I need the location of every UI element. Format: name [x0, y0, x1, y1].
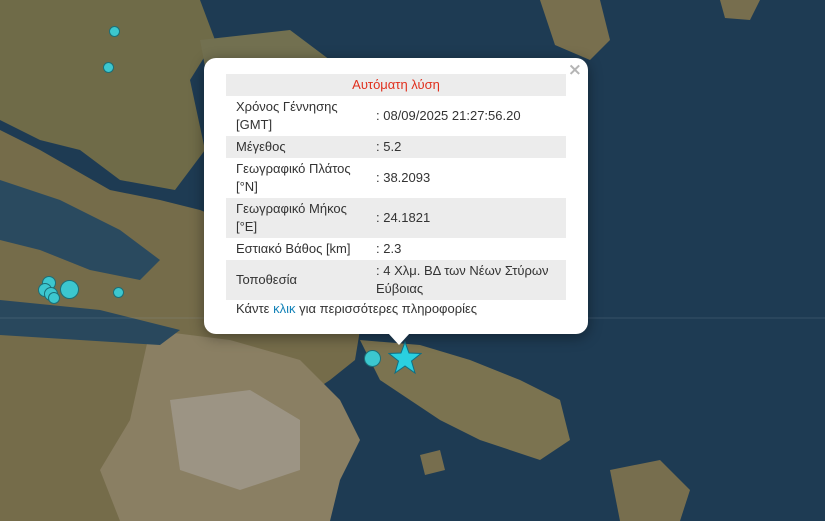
info-row: Γεωγραφικό Μήκος [°E] : 24.1821 [226, 198, 566, 238]
footer-text-pre: Κάντε [236, 301, 274, 316]
info-row: Εστιακό Βάθος [km] : 2.3 [226, 238, 566, 260]
footer-text-post: για περισσότερες πληροφορίες [295, 301, 478, 316]
popup-tip [388, 333, 410, 345]
info-row: Μέγεθος : 5.2 [226, 136, 566, 158]
info-value: : 08/09/2025 21:27:56.20 [376, 108, 521, 123]
popup-title: Αυτόματη λύση [226, 74, 566, 96]
title-row: Αυτόματη λύση [226, 74, 566, 96]
info-label: Γεωγραφικό Μήκος [°E] [226, 198, 374, 238]
info-label: Εστιακό Βάθος [km] [236, 241, 351, 256]
info-label: Χρόνος Γέννησης [GMT] [236, 99, 338, 132]
info-value: : 38.2093 [376, 170, 431, 185]
earthquake-marker[interactable] [109, 26, 120, 37]
earthquake-marker[interactable] [113, 287, 124, 298]
info-table: Αυτόματη λύση Χρόνος Γέννησης [GMT] : 08… [226, 74, 566, 300]
earthquake-marker[interactable] [103, 62, 114, 73]
info-label: Τοποθεσία [226, 260, 374, 300]
earthquake-marker[interactable] [364, 350, 381, 367]
info-value: : 2.3 [376, 241, 402, 256]
earthquake-marker[interactable] [60, 280, 79, 299]
earthquake-info-popup: × Αυτόματη λύση Χρόνος Γέννησης [GMT] : … [204, 58, 588, 334]
close-icon[interactable]: × [568, 61, 582, 79]
star-icon[interactable] [388, 341, 422, 375]
earthquake-marker[interactable] [48, 292, 60, 304]
info-row: Χρόνος Γέννησης [GMT] : 08/09/2025 21:27… [226, 96, 566, 136]
info-label: Μέγεθος [226, 136, 374, 158]
info-label: Γεωγραφικό Πλάτος [°N] [236, 161, 351, 194]
info-value: : 24.1821 [374, 198, 566, 238]
info-row: Τοποθεσία : 4 Χλμ. ΒΔ των Νέων Στύρων Εύ… [226, 260, 566, 300]
info-value: : 5.2 [374, 136, 566, 158]
popup-footer: Κάντε κλικ για περισσότερες πληροφορίες [226, 301, 477, 316]
info-value: : 4 Χλμ. ΒΔ των Νέων Στύρων Εύβοιας [374, 260, 566, 300]
info-row: Γεωγραφικό Πλάτος [°N] : 38.2093 [226, 158, 566, 198]
more-info-link[interactable]: κλικ [273, 301, 295, 316]
